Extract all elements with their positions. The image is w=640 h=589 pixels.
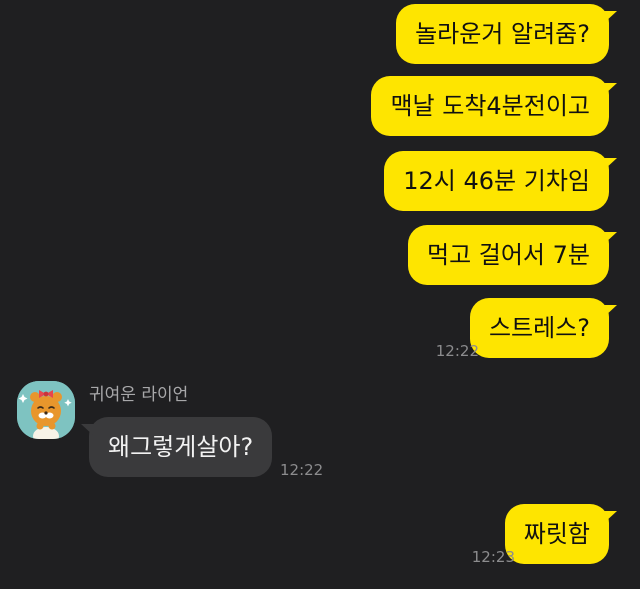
my-message-bubble[interactable]: 짜릿함 [504, 504, 618, 564]
profile-avatar[interactable] [17, 381, 75, 439]
ryan-character-icon [17, 381, 75, 439]
my-message-bubble[interactable]: 맥날 도착4분전이고 [371, 76, 617, 136]
message-timestamp: 12:22 [435, 342, 479, 360]
my-message-bubble[interactable]: 12시 46분 기차임 [384, 151, 617, 211]
message-timestamp: 12:23 [471, 548, 515, 566]
my-message-bubble[interactable]: 먹고 걸어서 7분 [407, 225, 618, 285]
sender-name: 귀여운 라이언 [89, 385, 189, 405]
my-message-bubble[interactable]: 놀라운거 알려줌? [396, 4, 617, 64]
message-timestamp: 12:22 [280, 461, 324, 479]
my-message-bubble[interactable]: 스트레스? [469, 298, 618, 358]
received-message-bubble[interactable]: 왜그렇게살아? [80, 417, 273, 477]
